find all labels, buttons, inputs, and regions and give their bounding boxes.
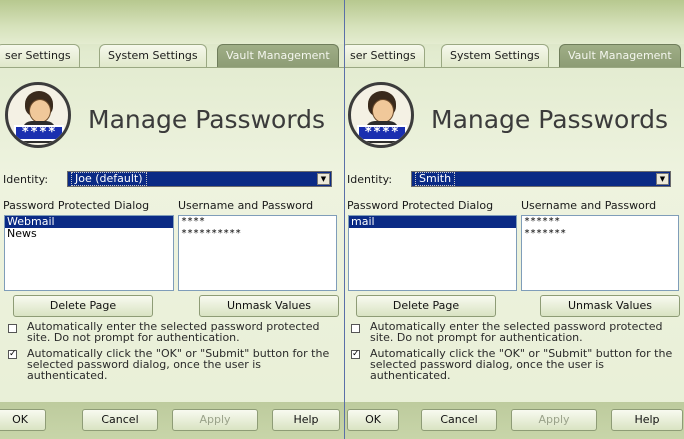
cancel-button[interactable]: Cancel [82,409,158,431]
apply-button[interactable]: Apply [172,409,258,431]
tab-divider [345,67,684,68]
auto-submit-label: Automatically click the "OK" or "Submit"… [370,347,673,382]
auto-submit-label: Automatically click the "OK" or "Submit"… [27,347,330,382]
delete-page-button[interactable]: Delete Page [13,295,153,317]
page-title: Manage Passwords [88,105,326,134]
password-badge: **** [357,125,407,141]
unmask-values-button[interactable]: Unmask Values [540,295,680,317]
list-item[interactable]: ******* [522,228,678,240]
password-badge: **** [14,125,64,141]
ok-button[interactable]: OK [0,409,46,431]
identity-value: Joe (default) [71,172,147,186]
apply-button[interactable]: Apply [511,409,597,431]
delete-page-button[interactable]: Delete Page [356,295,496,317]
identity-select[interactable]: Smith ▼ [411,171,671,187]
list-item[interactable]: ****** [522,216,678,228]
dialogs-header: Password Protected Dialog [3,199,150,212]
credentials-list[interactable]: ****** ******* [521,215,679,291]
identity-select[interactable]: Joe (default) ▼ [67,171,332,187]
auto-enter-checkbox[interactable] [8,324,17,333]
chevron-down-icon[interactable]: ▼ [656,173,669,185]
dialogs-list[interactable]: Webmail News [4,215,174,291]
list-item[interactable]: ********** [179,228,336,240]
vault-management-panel-left: ser Settings System Settings Vault Manag… [0,0,344,439]
cancel-button[interactable]: Cancel [421,409,497,431]
dialogs-header: Password Protected Dialog [347,199,494,212]
auto-enter-label: Automatically enter the selected passwor… [370,320,663,344]
identity-label: Identity: [347,173,393,186]
tab-vault-management[interactable]: Vault Management [559,44,681,68]
tab-user-settings[interactable]: ser Settings [345,44,425,68]
header-band [0,0,344,44]
user-avatar-icon: **** [5,82,71,148]
identity-value: Smith [415,172,456,186]
credentials-list[interactable]: **** ********** [178,215,337,291]
auto-enter-label: Automatically enter the selected passwor… [27,320,320,344]
credentials-header: Username and Password [178,199,314,212]
header-band [345,0,684,44]
page-title: Manage Passwords [431,105,669,134]
auto-enter-checkbox[interactable] [351,324,360,333]
auto-submit-checkbox[interactable]: ✓ [8,350,17,359]
identity-label: Identity: [3,173,49,186]
tab-system-settings[interactable]: System Settings [441,44,549,68]
auto-submit-checkbox[interactable]: ✓ [351,350,360,359]
ok-button[interactable]: OK [347,409,399,431]
help-button[interactable]: Help [272,409,340,431]
list-item[interactable]: **** [179,216,336,228]
chevron-down-icon[interactable]: ▼ [317,173,330,185]
tab-divider [0,67,344,68]
tab-system-settings[interactable]: System Settings [99,44,207,68]
unmask-values-button[interactable]: Unmask Values [199,295,339,317]
tab-vault-management[interactable]: Vault Management [217,44,339,68]
dialogs-list[interactable]: mail [348,215,517,291]
list-item[interactable]: News [5,228,173,240]
tab-user-settings[interactable]: ser Settings [0,44,80,68]
vault-management-panel-right: ser Settings System Settings Vault Manag… [345,0,684,439]
help-button[interactable]: Help [611,409,683,431]
list-item[interactable]: mail [349,216,516,228]
credentials-header: Username and Password [521,199,657,212]
user-avatar-icon: **** [348,82,414,148]
